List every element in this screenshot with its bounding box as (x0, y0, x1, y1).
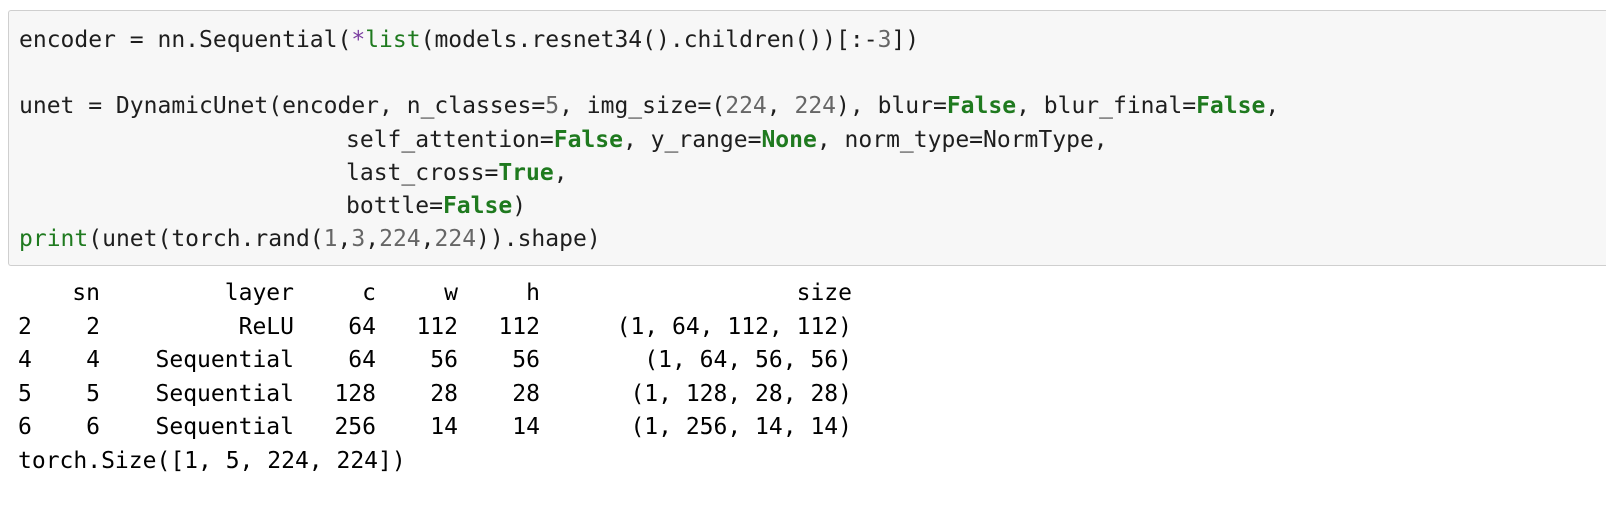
code-token: list (365, 27, 421, 53)
code-token: 3 (877, 27, 892, 53)
table-row: 2 2 ReLU 64 112 112 (1, 64, 112, 112) (18, 311, 852, 345)
cell-h: 56 (512, 347, 540, 373)
code-line: unet = DynamicUnet(encoder, n_classes=5,… (19, 90, 1279, 123)
cell-c: 256 (334, 414, 376, 440)
cell-layer: Sequential (155, 347, 294, 373)
code-token: 224 (434, 226, 477, 253)
cell-layer: ReLU (238, 313, 294, 340)
cell-h: 28 (512, 380, 540, 407)
code-token: , (766, 93, 795, 120)
cell-layer: Sequential (155, 380, 294, 407)
table-row: 6 6 Sequential 256 14 14 (1, 256, 14, 14… (18, 411, 852, 445)
column-header-size: size (796, 280, 852, 306)
code-line: last_cross=True, (19, 157, 1279, 190)
code-token: True (498, 159, 554, 186)
cell-sn: 5 (86, 380, 100, 407)
code-token: 1 (323, 226, 338, 253)
code-token: , norm_type=NormType, (816, 126, 1108, 153)
code-cell-input[interactable]: encoder = nn.Sequential(*list(models.res… (8, 10, 1606, 266)
cell-size: (1, 64, 112, 112) (616, 313, 852, 340)
code-token: None (761, 126, 817, 153)
code-line: bottle=False) (19, 190, 1279, 223)
column-header-layer: layer (224, 280, 294, 306)
code-token: ]) (891, 27, 920, 53)
code-token: False (946, 93, 1017, 120)
code-token: False (1196, 93, 1266, 120)
cell-size: (1, 64, 56, 56) (644, 347, 852, 373)
code-token: (models.resnet34().children())[:- (420, 27, 878, 53)
column-header-c: c (362, 280, 376, 306)
row-index: 5 (18, 380, 32, 407)
code-token: encoder = nn.Sequential( (19, 27, 352, 53)
code-token: , (337, 226, 352, 253)
code-token: , (1265, 93, 1280, 120)
code-token: * (351, 27, 366, 53)
cell-h: 14 (512, 414, 540, 440)
code-token: bottle= (346, 192, 443, 219)
code-token: (unet(torch.rand( (88, 226, 324, 253)
cell-w: 28 (430, 380, 458, 407)
code-token: , y_range= (622, 126, 762, 153)
cell-sn: 2 (86, 313, 100, 340)
code-token: False (553, 126, 623, 153)
code-token: 224 (379, 226, 421, 253)
column-header-h: h (526, 280, 540, 306)
cell-sn: 4 (86, 347, 100, 373)
cell-w: 14 (430, 414, 458, 440)
row-index: 4 (18, 347, 32, 373)
code-token: , img_size=( (559, 93, 726, 120)
cell-w: 112 (416, 313, 458, 340)
cell-c: 64 (348, 347, 376, 373)
code-token: False (442, 192, 513, 219)
layer-table: sn layer c w h size 2 2 ReLU 64 112 112 … (18, 277, 852, 445)
cell-size: (1, 128, 28, 28) (630, 380, 852, 407)
code-token: unet = DynamicUnet(encoder, n_classes= (19, 93, 546, 120)
code-token: ), blur= (836, 93, 947, 120)
column-header-sn: sn (72, 280, 100, 306)
code-token: last_cross= (346, 159, 499, 186)
code-token: 5 (545, 93, 560, 120)
code-token: self_attention= (346, 126, 554, 153)
code-token: , (365, 226, 380, 253)
code-token: , blur_final= (1016, 93, 1197, 120)
code-line: print(unet(torch.rand(1,3,224,224)).shap… (19, 223, 1279, 256)
cell-layer: Sequential (155, 414, 294, 440)
code-line: self_attention=False, y_range=None, norm… (19, 124, 1279, 157)
table-row: 4 4 Sequential 64 56 56 (1, 64, 56, 56) (18, 344, 852, 378)
code-token: 224 (794, 93, 837, 120)
code-token: 224 (725, 93, 767, 120)
code-token: ) (512, 192, 527, 219)
cell-c: 64 (348, 313, 376, 340)
code-token: , (553, 159, 568, 186)
cell-w: 56 (430, 347, 458, 373)
code-token: print (19, 226, 89, 253)
cell-h: 112 (498, 313, 540, 340)
code-token: 3 (351, 226, 366, 253)
column-header-w: w (444, 280, 458, 306)
row-index: 2 (18, 313, 32, 340)
code-token: )).shape) (476, 226, 601, 253)
cell-size: (1, 256, 14, 14) (630, 414, 852, 440)
code-token: , (420, 226, 435, 253)
table-row: 5 5 Sequential 128 28 28 (1, 128, 28, 28… (18, 378, 852, 412)
cell-c: 128 (334, 380, 376, 407)
cell-output: sn layer c w h size 2 2 ReLU 64 112 112 … (18, 277, 852, 478)
code-line: encoder = nn.Sequential(*list(models.res… (19, 24, 1279, 57)
table-header-row: sn layer c w h size (18, 277, 852, 311)
cell-sn: 6 (86, 414, 100, 440)
output-shape-text: torch.Size([1, 5, 224, 224]) (18, 447, 406, 474)
column-header-index (18, 277, 58, 311)
row-index: 6 (18, 414, 32, 440)
code-editor[interactable]: encoder = nn.Sequential(*list(models.res… (19, 24, 1279, 256)
